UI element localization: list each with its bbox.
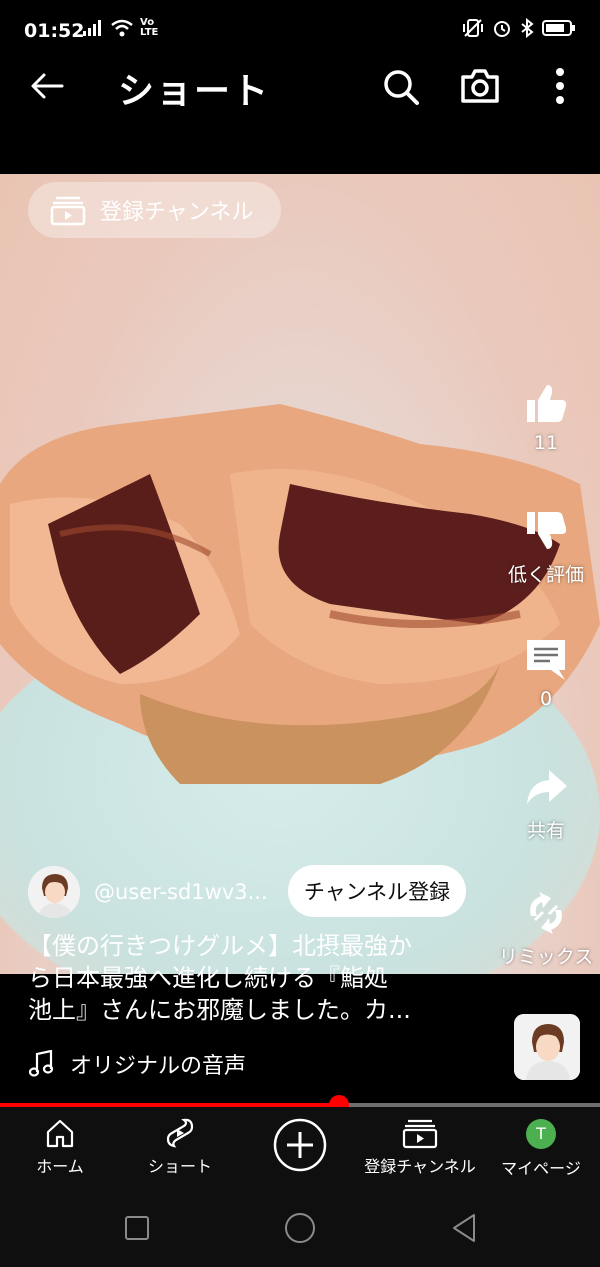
arrow-left-icon xyxy=(31,73,64,99)
back-triangle-icon[interactable] xyxy=(450,1212,478,1244)
comment-icon xyxy=(527,640,565,680)
subscriptions-icon xyxy=(402,1119,438,1149)
more-button[interactable] xyxy=(544,64,576,108)
nav-home[interactable]: ホーム xyxy=(28,1117,92,1177)
status-time: 01:52 xyxy=(24,20,85,42)
remix-icon xyxy=(530,892,562,934)
home-circle-icon[interactable] xyxy=(284,1212,316,1244)
subscribe-button[interactable]: チャンネル登録 xyxy=(288,865,466,917)
remix-label: リミックス xyxy=(498,946,594,968)
like-button[interactable]: 11 xyxy=(496,380,596,454)
share-label: 共有 xyxy=(526,820,565,842)
video-title[interactable]: 【僕の行きつけグルメ】北摂最強か ら日本最強へ進化し続ける『鮨処 池上』さんにお… xyxy=(28,930,468,1026)
share-arrow-icon xyxy=(527,770,567,804)
channel-handle[interactable]: @user-sd1wv3... xyxy=(94,880,268,904)
avatar-illustration xyxy=(28,866,80,918)
nav-you-label: マイページ xyxy=(501,1159,581,1178)
comment-count: 0 xyxy=(539,688,553,710)
nav-subscriptions[interactable]: 登録チャンネル xyxy=(356,1117,484,1177)
nav-shorts[interactable]: ショート xyxy=(140,1117,220,1177)
app-bar: ショート xyxy=(0,62,600,174)
video-title-line-3: 池上』さんにお邪魔しました。カ... xyxy=(28,996,411,1024)
system-navigation xyxy=(0,1197,600,1267)
status-right-icons xyxy=(462,18,576,38)
plus-circle-icon xyxy=(273,1118,327,1172)
bluetooth-icon xyxy=(521,18,534,38)
nav-you[interactable]: T マイページ xyxy=(496,1117,586,1179)
sound-thumbnail[interactable] xyxy=(514,1014,580,1080)
nav-subscriptions-label: 登録チャンネル xyxy=(364,1157,476,1176)
subscriptions-chip-label: 登録チャンネル xyxy=(100,200,254,225)
dislike-button[interactable]: 低く評価 xyxy=(496,508,596,587)
comments-button[interactable]: 0 xyxy=(496,636,596,710)
nav-home-label: ホーム xyxy=(36,1157,84,1176)
thumbs-up-icon xyxy=(527,385,567,422)
sound-label: オリジナルの音声 xyxy=(70,1054,247,1079)
share-button[interactable]: 共有 xyxy=(496,764,596,843)
alarm-icon xyxy=(494,21,510,37)
bottom-navigation: ホーム ショート 登録チャンネル T マイページ xyxy=(0,1107,600,1197)
search-icon xyxy=(384,70,419,105)
dislike-label: 低く評価 xyxy=(507,564,584,586)
nav-shorts-label: ショート xyxy=(147,1157,212,1176)
status-left-icons: Vo LTE xyxy=(82,18,162,38)
video-title-line-2: ら日本最強へ進化し続ける『鮨処 xyxy=(28,964,388,992)
camera-icon xyxy=(461,69,499,103)
status-bar: 01:52 Vo LTE xyxy=(0,0,600,62)
battery-icon xyxy=(542,20,575,36)
shorts-icon xyxy=(166,1118,194,1148)
more-vertical-icon xyxy=(556,68,564,104)
remix-button[interactable]: リミックス xyxy=(496,890,596,969)
sound-link[interactable]: オリジナルの音声 xyxy=(28,1048,246,1080)
like-count: 11 xyxy=(533,432,559,454)
nav-create[interactable] xyxy=(270,1117,330,1177)
home-icon xyxy=(46,1119,74,1148)
channel-avatar[interactable] xyxy=(28,866,80,918)
video-title-line-1: 【僕の行きつけグルメ】北摂最強か xyxy=(28,932,412,960)
search-button[interactable] xyxy=(380,66,422,108)
vibrate-icon xyxy=(463,19,483,37)
volte-label: Vo LTE xyxy=(140,17,159,38)
camera-button[interactable] xyxy=(458,64,502,108)
signal-bars-icon xyxy=(83,20,101,36)
subscriptions-chip[interactable]: 登録チャンネル xyxy=(28,182,282,238)
wifi-icon xyxy=(111,19,133,37)
page-title: ショート xyxy=(118,71,271,112)
music-note-icon xyxy=(28,1050,54,1077)
thumbs-down-icon xyxy=(527,512,567,549)
user-avatar: T xyxy=(526,1119,556,1149)
back-button[interactable] xyxy=(28,66,68,106)
sound-avatar-illustration xyxy=(514,1014,580,1080)
subscriptions-icon xyxy=(50,196,86,226)
recents-square-icon[interactable] xyxy=(124,1215,150,1241)
